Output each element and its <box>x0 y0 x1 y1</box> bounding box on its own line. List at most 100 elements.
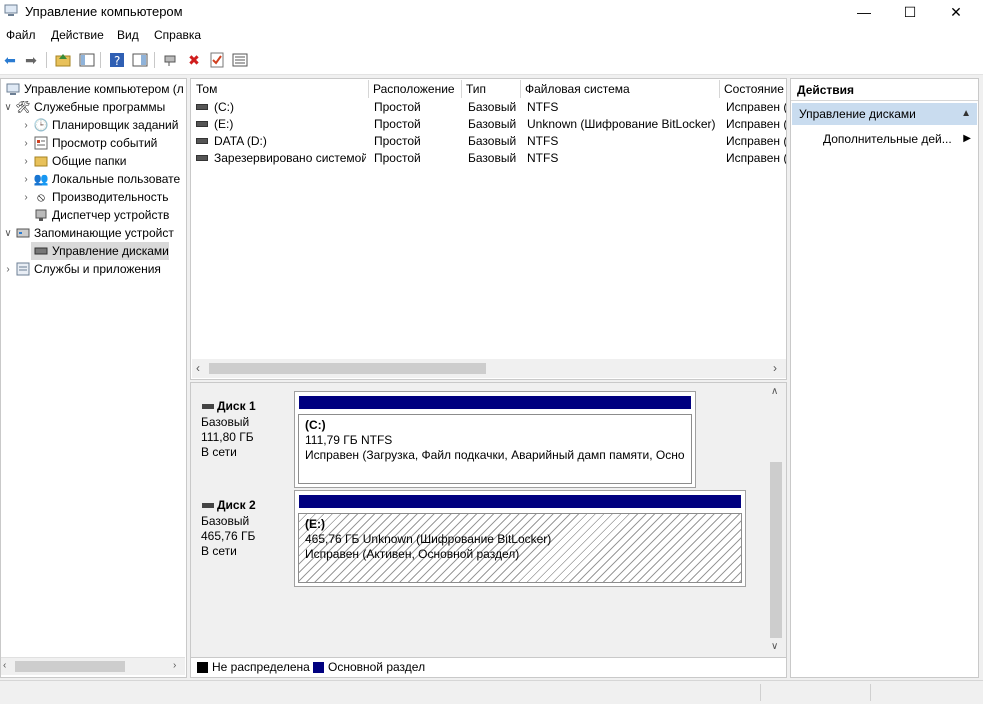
collapse-up-icon[interactable]: ▲ <box>961 103 971 125</box>
table-row[interactable]: Зарезервировано системой Простой Базовый… <box>192 150 786 167</box>
scroll-left-icon[interactable]: ‹ <box>196 361 200 375</box>
tree-item-task-scheduler[interactable]: › 🕒 Планировщик заданий <box>21 116 178 134</box>
delete-icon[interactable]: ✖ <box>185 51 203 69</box>
actions-section-disk-management[interactable]: Управление дисками ▲ <box>792 103 977 125</box>
menu-action[interactable]: Действие <box>51 28 104 42</box>
help-icon[interactable]: ? <box>108 51 126 69</box>
tree-item-local-users[interactable]: › 👥 Локальные пользовате <box>21 170 180 188</box>
chevron-right-icon[interactable]: › <box>21 174 31 185</box>
disk-map-vertical-scrollbar[interactable]: ∧ ∨ <box>767 386 785 656</box>
tree-item-storage[interactable]: ∨ Запоминающие устройст <box>3 224 174 242</box>
status-bar-divider <box>870 684 871 701</box>
tree-item-services[interactable]: › Службы и приложения <box>3 260 161 278</box>
tree-item-label: Служебные программы <box>34 100 166 114</box>
disk-1-info[interactable]: Диск 1 Базовый 111,80 ГБ В сети <box>192 391 294 488</box>
scrollbar-thumb[interactable] <box>209 363 486 374</box>
partition-c[interactable]: (C:) 111,79 ГБ NTFS Исправен (Загрузка, … <box>294 391 696 488</box>
tree-item-label: Просмотр событий <box>52 136 158 150</box>
connect-icon[interactable] <box>162 51 180 69</box>
tree-horizontal-scrollbar[interactable]: ‹ › <box>1 657 185 675</box>
more-actions-item[interactable]: Дополнительные дей... ▶ <box>792 128 977 150</box>
disk-size: 111,80 ГБ <box>201 430 254 444</box>
volume-type: Базовый <box>468 134 517 148</box>
back-arrow-icon[interactable]: ⬅ <box>1 51 19 69</box>
volume-layout: Простой <box>374 117 421 131</box>
scroll-right-icon[interactable]: › <box>773 361 777 375</box>
disk-type: Базовый <box>201 514 250 528</box>
scrollbar-thumb[interactable] <box>770 462 782 638</box>
volume-type: Базовый <box>468 100 517 114</box>
toolbar-separator <box>100 52 101 68</box>
submenu-arrow-icon: ▶ <box>963 133 971 144</box>
disk-2-info[interactable]: Диск 2 Базовый 465,76 ГБ В сети <box>192 490 294 587</box>
scroll-up-icon[interactable]: ∧ <box>771 386 778 397</box>
tree-item-label: Производительность <box>52 190 169 204</box>
minimize-button[interactable]: — <box>841 0 887 24</box>
scroll-left-icon[interactable]: ‹ <box>3 660 6 671</box>
tree-item-computer-management[interactable]: Управление компьютером (л <box>3 80 184 98</box>
volume-type: Базовый <box>468 151 517 165</box>
volume-icon <box>196 138 208 144</box>
legend-primary: Основной раздел <box>328 660 426 674</box>
chevron-right-icon[interactable]: › <box>21 192 31 203</box>
up-folder-icon[interactable] <box>54 51 72 69</box>
partition-e[interactable]: (E:) 465,76 ГБ Unknown (Шифрование BitLo… <box>294 490 746 587</box>
volume-filesystem: NTFS <box>527 151 559 165</box>
actions-title: Действия <box>791 79 978 101</box>
tree-item-label: Общие папки <box>52 154 127 168</box>
tree-item-shared-folders[interactable]: › Общие папки <box>21 152 126 170</box>
tree-item-event-viewer[interactable]: › Просмотр событий <box>21 134 157 152</box>
column-header-volume[interactable]: Том <box>192 80 369 98</box>
partition-body: (C:) 111,79 ГБ NTFS Исправен (Загрузка, … <box>298 414 692 484</box>
volume-layout: Простой <box>374 134 421 148</box>
chevron-right-icon[interactable]: › <box>21 120 31 131</box>
disk-type: Базовый <box>201 415 250 429</box>
table-row[interactable]: (E:) Простой Базовый Unknown (Шифрование… <box>192 116 786 133</box>
column-header-filesystem[interactable]: Файловая система <box>521 80 720 98</box>
menu-help[interactable]: Справка <box>154 28 201 42</box>
tree-item-device-manager[interactable]: Диспетчер устройств <box>31 206 169 224</box>
menu-file[interactable]: Файл <box>6 28 36 42</box>
column-header-status[interactable]: Состояние <box>720 80 786 98</box>
menu-view[interactable]: Вид <box>117 28 139 42</box>
users-icon: 👥 <box>33 172 49 186</box>
volume-list-horizontal-scrollbar[interactable]: ‹ › <box>192 359 786 378</box>
more-actions-label: Дополнительные дей... <box>823 132 952 146</box>
chevron-right-icon[interactable]: › <box>21 156 31 167</box>
maximize-button[interactable]: ☐ <box>887 0 933 24</box>
chevron-down-icon[interactable]: ∨ <box>3 102 13 113</box>
scrollbar-thumb[interactable] <box>15 661 125 672</box>
chevron-right-icon[interactable]: › <box>3 264 13 275</box>
chevron-right-icon[interactable]: › <box>21 138 31 149</box>
forward-arrow-icon[interactable]: ➡ <box>22 51 40 69</box>
scroll-down-icon[interactable]: ∨ <box>771 641 778 652</box>
close-button[interactable]: ✕ <box>933 0 979 24</box>
actions-section-label: Управление дисками <box>799 107 916 121</box>
tree-item-disk-management[interactable]: Управление дисками <box>31 242 169 260</box>
tree-item-label: Запоминающие устройст <box>34 226 174 240</box>
list-view-icon[interactable] <box>231 51 249 69</box>
scroll-right-icon[interactable]: › <box>173 660 176 671</box>
disk-icon <box>202 503 214 509</box>
primary-partition-bar <box>299 495 741 508</box>
disk-management-icon <box>33 243 49 259</box>
volume-name: Зарезервировано системой <box>214 151 366 165</box>
checklist-icon[interactable] <box>208 51 226 69</box>
tree-item-label: Службы и приложения <box>34 262 161 276</box>
volume-icon <box>196 104 208 110</box>
tree-item-performance[interactable]: › ⦸ Производительность <box>21 188 168 206</box>
table-row[interactable]: DATA (D:) Простой Базовый NTFS Исправен … <box>192 133 786 150</box>
status-bar <box>0 680 983 704</box>
partition-name: (E:) <box>305 517 325 531</box>
device-manager-icon <box>33 207 49 223</box>
column-header-layout[interactable]: Расположение <box>369 80 462 98</box>
tree-item-utilities[interactable]: ∨ 🛠 Служебные программы <box>3 98 165 116</box>
chevron-down-icon[interactable]: ∨ <box>3 228 13 239</box>
computer-management-icon <box>4 4 18 16</box>
properties-panel-icon[interactable] <box>131 51 149 69</box>
table-row[interactable]: (C:) Простой Базовый NTFS Исправен ( <box>192 99 786 116</box>
tree-item-label: Планировщик заданий <box>52 118 179 132</box>
column-header-type[interactable]: Тип <box>462 80 521 98</box>
show-hide-tree-icon[interactable] <box>78 51 96 69</box>
disk-icon <box>202 404 214 410</box>
